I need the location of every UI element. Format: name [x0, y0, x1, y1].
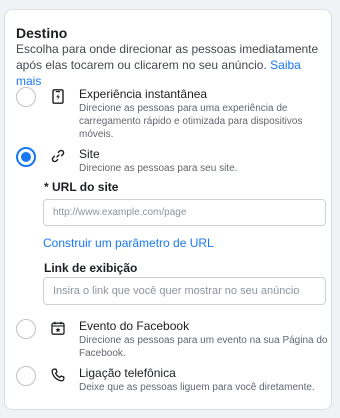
radio-site[interactable] — [16, 147, 36, 167]
option-title: Experiência instantânea — [79, 87, 208, 101]
url-input[interactable] — [43, 199, 326, 226]
radio-phone-call[interactable] — [16, 366, 36, 386]
section-description: Escolha para onde direcionar as pessoas … — [16, 41, 326, 89]
display-link-input[interactable] — [43, 277, 326, 305]
instant-experience-icon — [50, 87, 66, 105]
destination-card: Destino Escolha para onde direcionar as … — [4, 9, 332, 410]
build-url-parameter-link[interactable]: Construir um parâmetro de URL — [43, 236, 214, 250]
option-subtitle: Deixe que as pessoas liguem para você di… — [79, 382, 315, 393]
option-instant-experience[interactable]: Experiência instantânea Direcione as pes… — [16, 87, 326, 140]
option-text: Ligação telefônica Deixe que as pessoas … — [79, 366, 329, 394]
option-subtitle: Direcione as pessoas para seu site. — [79, 163, 238, 174]
option-title: Evento do Facebook — [79, 319, 190, 333]
section-title: Destino — [16, 25, 68, 41]
option-title: Ligação telefônica — [79, 366, 176, 380]
option-facebook-event[interactable]: Evento do Facebook Direcione as pessoas … — [16, 319, 329, 360]
option-text: Evento do Facebook Direcione as pessoas … — [79, 319, 329, 360]
option-subtitle: Direcione as pessoas para um evento na s… — [79, 335, 328, 359]
radio-facebook-event[interactable] — [16, 319, 36, 339]
option-text: Site Direcione as pessoas para seu site. — [79, 147, 329, 175]
option-phone-call[interactable]: Ligação telefônica Deixe que as pessoas … — [16, 366, 326, 396]
display-link-label: Link de exibição — [44, 261, 138, 275]
phone-icon — [50, 366, 66, 384]
option-title: Site — [79, 147, 100, 161]
option-subtitle: Direcione as pessoas para uma experiênci… — [79, 103, 303, 140]
calendar-star-icon — [50, 319, 66, 337]
url-label: * URL do site — [44, 180, 119, 194]
option-site[interactable]: Site Direcione as pessoas para seu site. — [16, 147, 326, 177]
link-icon — [50, 147, 66, 165]
radio-instant-experience[interactable] — [16, 87, 36, 107]
option-text: Experiência instantânea Direcione as pes… — [79, 87, 329, 141]
